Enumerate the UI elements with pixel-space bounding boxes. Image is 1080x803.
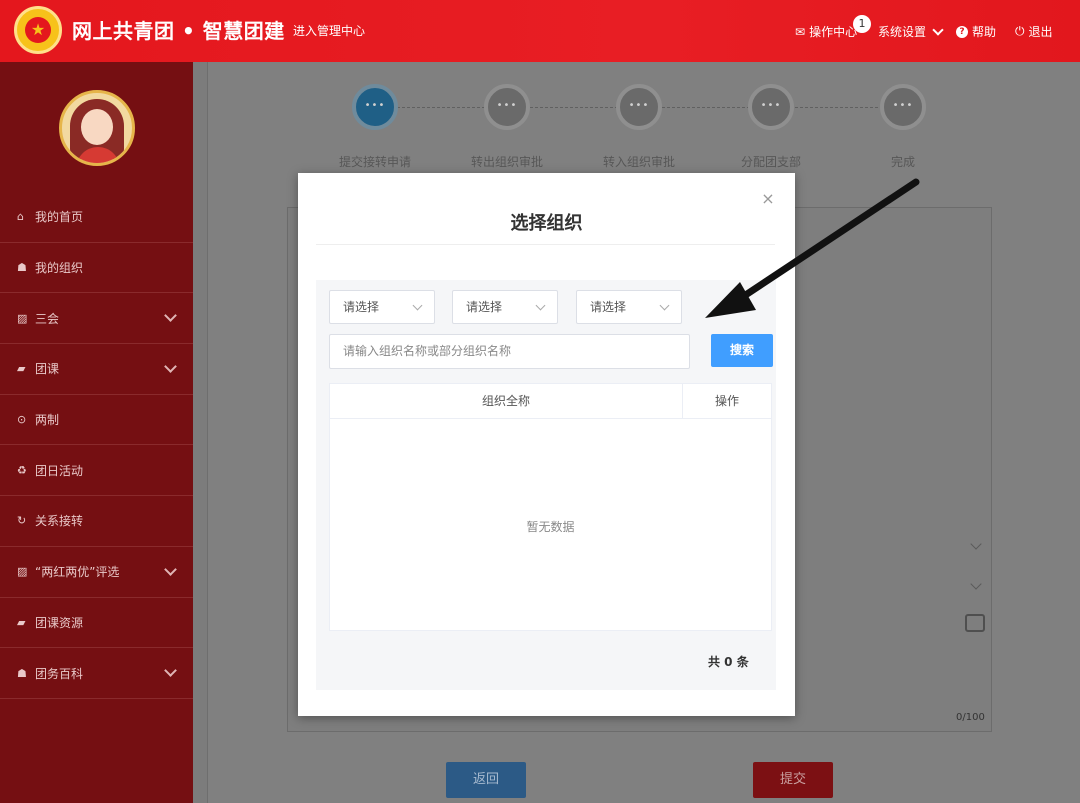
- chevron-down-icon: [164, 309, 177, 323]
- region-select-3[interactable]: 请选择: [576, 290, 682, 324]
- step-label: 转入组织审批: [602, 155, 675, 169]
- sidebar-item-league-day[interactable]: ♻ 团日活动: [0, 445, 193, 497]
- sidebar-item-two-systems[interactable]: ⊙ 两制: [0, 395, 193, 446]
- back-button[interactable]: 返回: [446, 762, 526, 798]
- sidebar-item-league-class[interactable]: ▰ 团课: [0, 344, 193, 395]
- logout-link[interactable]: ⏻ 退出: [1015, 23, 1053, 40]
- close-icon[interactable]: ×: [760, 189, 776, 208]
- avatar[interactable]: [59, 90, 135, 166]
- region-select-1[interactable]: 请选择: [329, 290, 435, 324]
- edit-icon: ▨: [17, 565, 28, 579]
- edit-icon[interactable]: [965, 614, 985, 632]
- total-count: 共 0 条: [708, 655, 749, 669]
- sidebar-item-three-meetings[interactable]: ▨ 三会: [0, 293, 193, 345]
- sidebar-item-transfer[interactable]: ↻ 关系接转: [0, 496, 193, 547]
- league-logo-icon: ★: [14, 6, 62, 54]
- home-icon: ⌂: [17, 210, 24, 224]
- chevron-down-icon: [164, 562, 177, 576]
- users-icon: ☗: [17, 261, 27, 275]
- sidebar-item-home[interactable]: ⌂ 我的首页: [0, 192, 193, 243]
- search-button[interactable]: 搜索: [711, 334, 773, 367]
- ops-badge: 1: [853, 15, 871, 33]
- target-icon: ⊙: [17, 413, 27, 427]
- chevron-down-icon: [164, 664, 177, 678]
- sidebar-item-my-org[interactable]: ☗ 我的组织: [0, 243, 193, 294]
- step-connector: [795, 107, 883, 108]
- refresh-icon: ↻: [17, 514, 27, 528]
- folder-icon: ▰: [17, 362, 26, 376]
- question-icon: ?: [956, 25, 968, 38]
- sidebar-item-encyclopedia[interactable]: ☗ 团务百科: [0, 648, 193, 699]
- sidebar-nav: ⌂ 我的首页 ☗ 我的组织 ▨ 三会 ▰ 团课 ⊙ 两制 ♻ 团日活动 ↻ 关系…: [0, 192, 193, 699]
- edit-icon: ▨: [17, 311, 28, 325]
- modal-divider: [316, 244, 775, 245]
- column-header-operation: 操作: [683, 384, 771, 419]
- select-org-modal: × 选择组织 请选择 请选择 请选择 请输入组织名称或部分组织名称 搜索 组织全…: [298, 173, 795, 716]
- step-label: 提交接转申请: [338, 155, 411, 169]
- org-table: 组织全称 操作 暂无数据: [329, 383, 772, 631]
- chevron-down-icon: [535, 300, 546, 311]
- modal-title: 选择组织: [510, 213, 583, 234]
- chevron-down-icon: [932, 23, 944, 36]
- brand-title: 网上共青团 • 智慧团建: [72, 19, 285, 43]
- step-2-circle: •••: [484, 84, 530, 130]
- admin-center-link[interactable]: 进入管理中心: [293, 22, 365, 39]
- power-icon: ⏻: [1015, 24, 1025, 38]
- region-select-2[interactable]: 请选择: [452, 290, 558, 324]
- help-link[interactable]: ? 帮助: [956, 23, 996, 40]
- column-header-org-name: 组织全称: [330, 384, 683, 419]
- chevron-down-icon: [412, 300, 423, 311]
- chevron-down-icon: [659, 300, 670, 311]
- chevron-down-icon: [164, 360, 177, 373]
- ops-center-link[interactable]: ✉ 操作中心: [795, 23, 857, 40]
- step-connector: [662, 107, 750, 108]
- step-label: 转出组织审批: [470, 155, 543, 169]
- org-search-input[interactable]: 请输入组织名称或部分组织名称: [329, 334, 690, 369]
- sidebar-item-class-resources[interactable]: ▰ 团课资源: [0, 598, 193, 649]
- step-5-circle: •••: [880, 84, 926, 130]
- char-counter: 0/100: [956, 712, 985, 723]
- folder-icon: ▰: [17, 615, 26, 629]
- sidebar-item-selection[interactable]: ▨ “两红两优”评选: [0, 547, 193, 598]
- settings-menu[interactable]: 系统设置: [878, 23, 944, 40]
- step-1-circle: •••: [352, 84, 398, 130]
- step-label: 完成: [890, 155, 915, 169]
- sidebar: ⌂ 我的首页 ☗ 我的组织 ▨ 三会 ▰ 团课 ⊙ 两制 ♻ 团日活动 ↻ 关系…: [0, 62, 193, 803]
- top-header: ★ 网上共青团 • 智慧团建 进入管理中心 ✉ 操作中心 1 系统设置 ? 帮助…: [0, 0, 1080, 62]
- step-label: 分配团支部: [740, 155, 801, 169]
- submit-button[interactable]: 提交: [753, 762, 833, 798]
- empty-state: 暂无数据: [526, 520, 575, 534]
- step-connector: [530, 107, 618, 108]
- recycle-icon: ♻: [17, 463, 27, 477]
- step-connector: [397, 107, 485, 108]
- users-icon: ☗: [17, 666, 27, 680]
- step-4-circle: •••: [748, 84, 794, 130]
- step-3-circle: •••: [616, 84, 662, 130]
- mail-icon: ✉: [795, 24, 806, 39]
